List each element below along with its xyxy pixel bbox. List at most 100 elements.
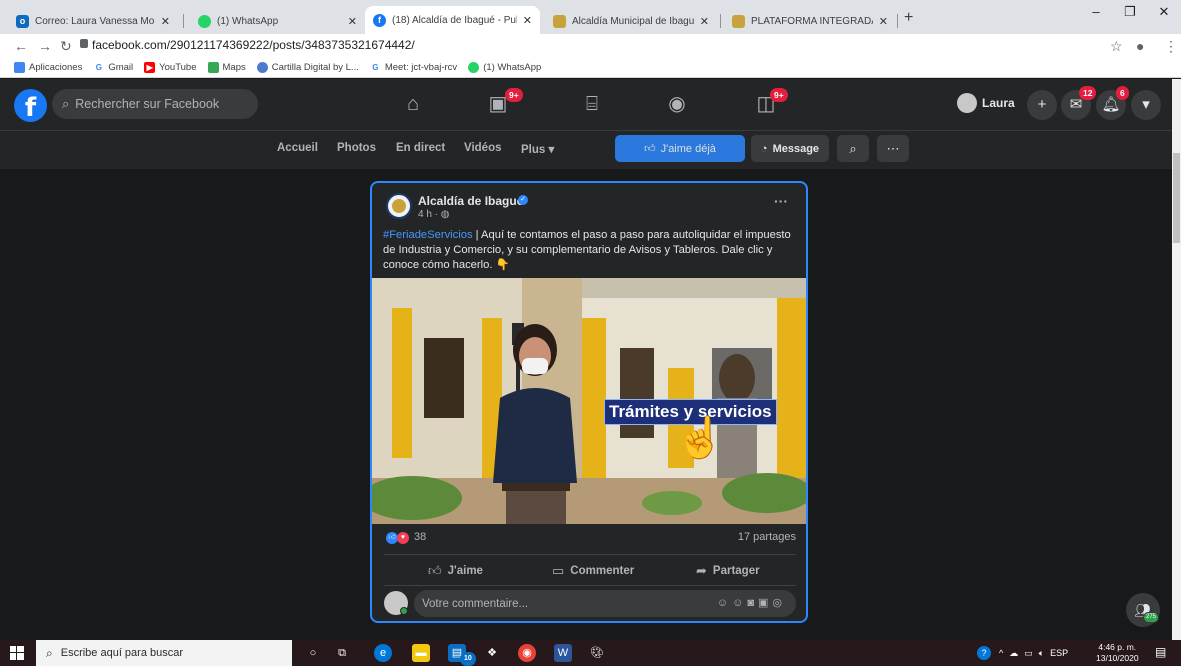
account-icon[interactable]: ● xyxy=(1136,38,1144,54)
url-field[interactable]: facebook.com/290121174369222/posts/34837… xyxy=(92,38,415,52)
task-view-icon[interactable]: ⧉ xyxy=(333,644,351,662)
restore-icon[interactable]: ❐ xyxy=(1113,4,1147,20)
marketplace-icon[interactable]: ⌸ xyxy=(578,91,606,117)
page-nav: Accueil Photos En direct Vidéos Plus ▾ 👍… xyxy=(0,131,1172,169)
volume-icon[interactable]: 🔈︎ xyxy=(1039,648,1044,659)
reactions-count[interactable]: 38 xyxy=(414,531,426,543)
tab-en-direct[interactable]: En direct xyxy=(396,142,445,154)
taskbar-search-input[interactable]: ⌕ Escribe aquí para buscar xyxy=(36,640,292,666)
watch-badge: 9+ xyxy=(505,88,523,102)
google-icon: G xyxy=(93,62,105,73)
close-tab-icon[interactable]: ✕ xyxy=(348,15,357,28)
search-input[interactable]: ⌕ Rechercher sur Facebook xyxy=(52,89,258,119)
tab-accueil[interactable]: Accueil xyxy=(277,142,318,154)
tab-outlook[interactable]: o Correo: Laura Vanessa Morales S ✕ xyxy=(8,8,178,34)
liked-label: J'aime déjà xyxy=(660,142,716,155)
globe-icon xyxy=(256,62,268,73)
star-icon[interactable]: ☆ xyxy=(1110,38,1123,55)
facebook-header: f ⌕ Rechercher sur Facebook ⌂ ▣ 9+ ⌸ ◉ ◫… xyxy=(0,79,1172,131)
comment-button[interactable]: ▭ Commenter xyxy=(552,563,634,579)
new-tab-button[interactable]: + xyxy=(904,9,913,27)
help-icon[interactable]: ? xyxy=(977,646,991,660)
chevron-down-icon[interactable]: ▾ xyxy=(1131,90,1161,120)
post-author[interactable]: Alcaldía de Ibagué xyxy=(418,194,523,208)
notifications-icon[interactable]: ▤ xyxy=(1155,645,1166,659)
close-tab-icon[interactable]: ✕ xyxy=(700,15,709,28)
page-search-icon[interactable]: ⌕ xyxy=(837,135,869,162)
tab-plataforma[interactable]: PLATAFORMA INTEGRADA DE SE ✕ xyxy=(724,8,896,34)
apps-grid-icon xyxy=(14,62,25,73)
bookmark-cartilla[interactable]: Cartilla Digital by L... xyxy=(256,62,359,73)
share-button[interactable]: ➦ Partager xyxy=(696,563,760,579)
bookmark-gmail[interactable]: G Gmail xyxy=(93,62,133,73)
tab-plus[interactable]: Plus ▾ xyxy=(521,142,554,156)
close-tab-icon[interactable]: ✕ xyxy=(879,15,888,28)
file-explorer-icon[interactable]: ▬ xyxy=(412,644,430,662)
message-label: Message xyxy=(772,142,820,155)
language-indicator[interactable]: ESP xyxy=(1050,648,1068,658)
paint-icon[interactable]: 🎨︎ xyxy=(588,644,606,662)
facebook-logo-icon[interactable]: f xyxy=(14,89,47,122)
clock[interactable]: 4:46 p. m. 13/10/2020 xyxy=(1096,642,1139,664)
bookmark-apps[interactable]: Aplicaciones xyxy=(14,62,82,73)
emoji-icon[interactable]: ☺ xyxy=(732,597,747,609)
forward-arrow-icon[interactable]: → xyxy=(38,38,52,54)
dropbox-icon[interactable]: ❖ xyxy=(483,644,501,662)
back-arrow-icon[interactable]: ← xyxy=(14,38,28,54)
hashtag-link[interactable]: #FeriadeServicios xyxy=(383,229,473,241)
tab-title: (1) WhatsApp xyxy=(217,15,279,27)
avatar-sticker-icon[interactable]: ☺ xyxy=(717,597,732,609)
windows-start-icon[interactable] xyxy=(10,646,24,660)
reload-icon[interactable]: ↻ xyxy=(60,38,72,55)
close-tab-icon[interactable]: ✕ xyxy=(523,14,532,27)
word-icon[interactable]: W xyxy=(554,644,572,662)
bookmark-whatsapp[interactable]: (1) WhatsApp xyxy=(468,62,541,73)
bookmarks-bar: Aplicaciones G Gmail ▶ YouTube Maps Cartil… xyxy=(0,58,1181,78)
tab-videos[interactable]: Vidéos xyxy=(464,142,502,154)
profile-button[interactable]: Laura xyxy=(957,93,1015,113)
home-icon[interactable]: ⌂ xyxy=(399,91,427,117)
taskbar-search-placeholder: Escribe aquí para buscar xyxy=(60,647,184,659)
network-icon[interactable]: ▭ xyxy=(1024,648,1033,659)
post-time[interactable]: 4 h · ◍ xyxy=(418,209,450,220)
create-plus-icon[interactable]: + xyxy=(1027,90,1057,120)
page-avatar[interactable] xyxy=(386,193,412,219)
message-button[interactable]: ◔ Message xyxy=(751,135,829,162)
tab-alcaldia[interactable]: Alcaldía Municipal de Ibagué - Ib ✕ xyxy=(545,8,717,34)
search-placeholder: Rechercher sur Facebook xyxy=(75,97,220,111)
share-icon: ➦ xyxy=(696,563,707,578)
comment-input[interactable]: Votre commentaire... ☺☺◙▣◎ xyxy=(414,590,796,617)
tab-whatsapp[interactable]: (1) WhatsApp ✕ xyxy=(190,8,365,34)
gif-icon[interactable]: ▣ xyxy=(758,597,772,609)
verified-icon: ✓ xyxy=(518,195,528,205)
menu-dots-icon[interactable]: ⋮ xyxy=(1164,38,1178,55)
onedrive-icon[interactable]: ☁ xyxy=(1009,648,1018,659)
bookmark-youtube[interactable]: ▶ YouTube xyxy=(144,62,197,73)
tab-facebook[interactable]: f (18) Alcaldía de Ibagué - Publicac ✕ xyxy=(365,6,540,34)
close-window-icon[interactable]: ✕ xyxy=(1147,4,1181,20)
edge-icon[interactable]: e xyxy=(374,644,392,662)
comment-label: Commenter xyxy=(570,565,635,577)
youtube-icon: ▶ xyxy=(144,62,156,73)
shares-count[interactable]: 17 partages xyxy=(738,531,796,543)
liked-page-button[interactable]: 👍︎ J'aime déjà xyxy=(615,135,745,162)
groups-icon[interactable]: ◉ xyxy=(663,91,691,117)
comment-row: Votre commentaire... ☺☺◙▣◎ xyxy=(384,590,796,617)
post-video[interactable]: Trámites y servicios ☝ xyxy=(372,278,806,524)
bookmark-maps[interactable]: Maps xyxy=(207,62,246,73)
chevron-up-icon[interactable]: ^ xyxy=(999,648,1003,658)
camera-icon[interactable]: ◙ xyxy=(747,597,758,609)
sticker-icon[interactable]: ◎ xyxy=(772,597,786,609)
minimize-icon[interactable]: – xyxy=(1079,4,1113,20)
bookmark-meet[interactable]: G Meet: jct-vbaj-rcv xyxy=(369,62,457,73)
scrollbar-thumb[interactable] xyxy=(1173,153,1180,243)
bookmark-label: Gmail xyxy=(108,62,134,73)
like-button[interactable]: 👍︎ J'aime xyxy=(428,563,483,579)
avatar xyxy=(957,93,977,113)
post-more-icon[interactable]: ··· xyxy=(774,193,788,209)
tab-photos[interactable]: Photos xyxy=(337,142,376,154)
close-tab-icon[interactable]: ✕ xyxy=(161,15,170,28)
more-options-icon[interactable]: ⋯ xyxy=(877,135,909,162)
cortana-icon[interactable]: ○ xyxy=(304,644,322,662)
chrome-icon[interactable]: ◉ xyxy=(518,644,536,662)
